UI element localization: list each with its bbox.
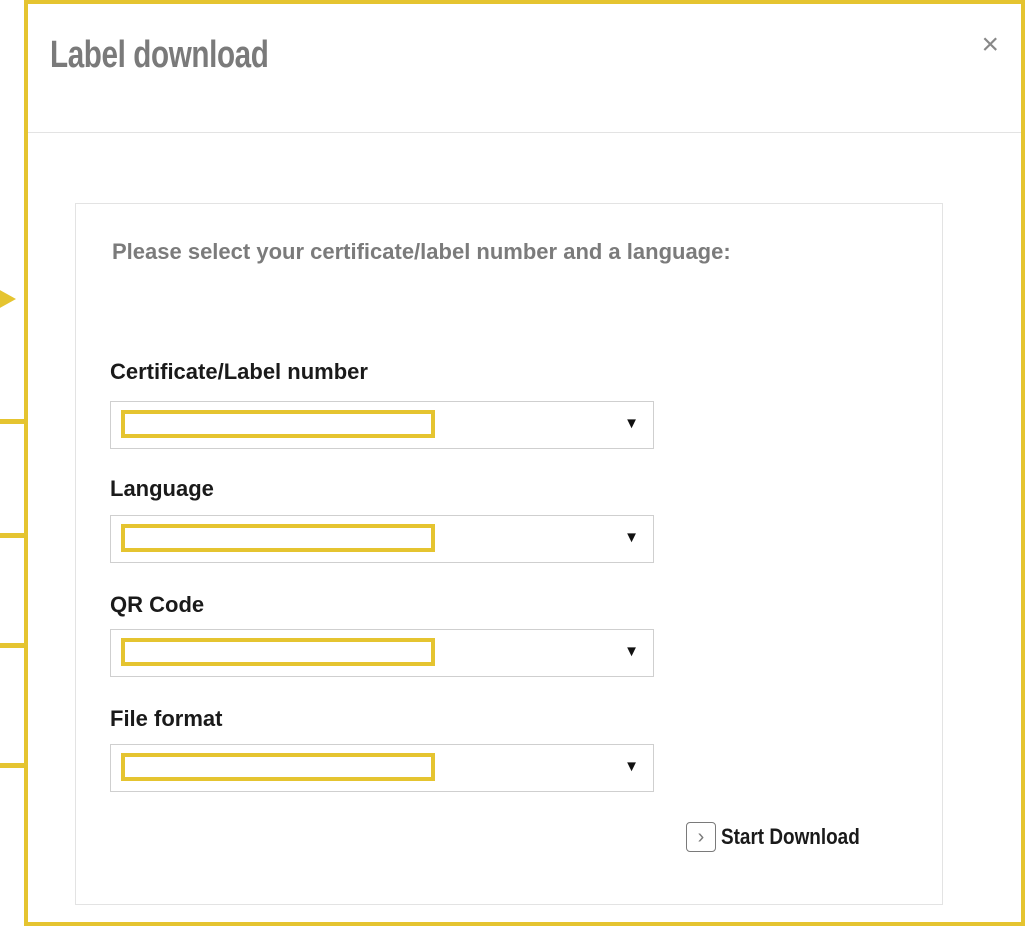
start-download-button[interactable]: › Start Download: [686, 819, 882, 855]
qr-code-label: QR Code: [110, 592, 205, 617]
qr-code-select[interactable]: ▼: [110, 629, 654, 677]
dropdown-arrow-icon: ▼: [624, 758, 639, 775]
dialog-title: Label download: [50, 34, 269, 76]
language-select[interactable]: ▼: [110, 515, 654, 563]
certificate-select[interactable]: ▼: [110, 401, 654, 449]
dialog-header: Label download ×: [28, 4, 1021, 133]
close-icon[interactable]: ×: [981, 30, 999, 60]
start-download-label: Start Download: [721, 824, 860, 849]
language-select-value: [121, 524, 435, 552]
dropdown-arrow-icon: ▼: [624, 643, 639, 660]
file-format-label: File format: [110, 706, 223, 731]
certificate-label: Certificate/Label number: [110, 359, 368, 384]
chevron-right-icon: ›: [686, 822, 716, 852]
certificate-select-value: [121, 410, 435, 438]
label-download-dialog: Label download × Please select your cert…: [24, 0, 1025, 926]
file-format-select[interactable]: ▼: [110, 744, 654, 792]
file-format-select-value: [121, 753, 435, 781]
language-label: Language: [110, 476, 214, 501]
download-form-panel: Please select your certificate/label num…: [75, 203, 943, 905]
dropdown-arrow-icon: ▼: [624, 529, 639, 546]
dropdown-arrow-icon: ▼: [624, 415, 639, 432]
intro-text: Please select your certificate/label num…: [112, 239, 731, 264]
qr-code-select-value: [121, 638, 435, 666]
